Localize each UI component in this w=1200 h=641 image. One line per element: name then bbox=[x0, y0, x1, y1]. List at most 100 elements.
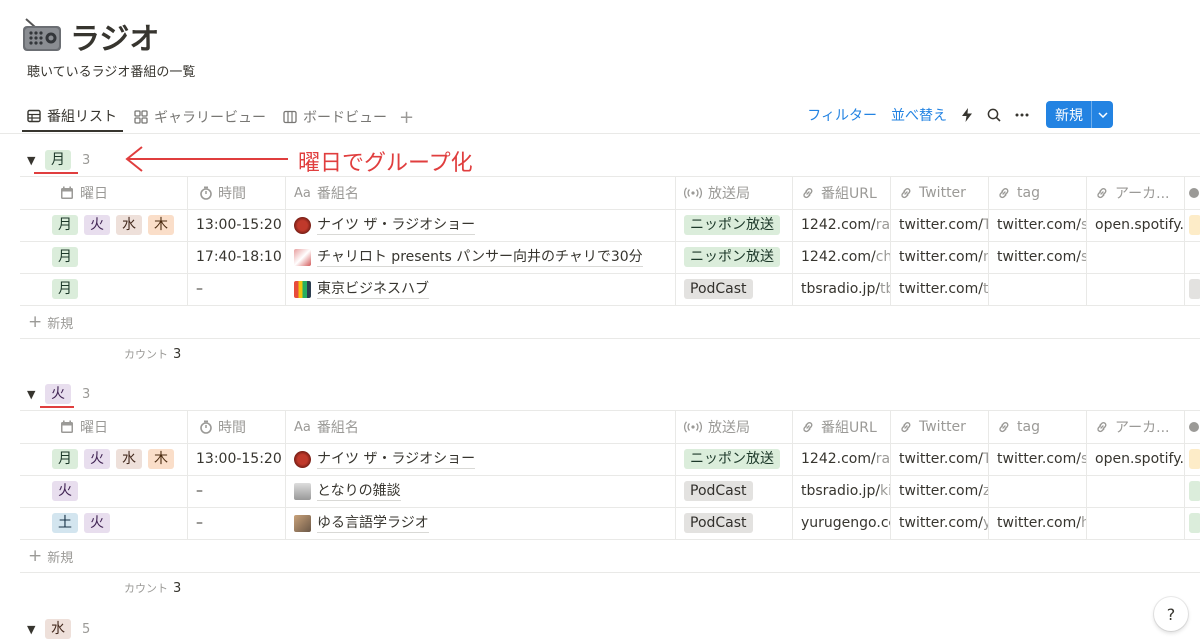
program-name[interactable]: ゆる言語学ラジオ bbox=[317, 514, 429, 533]
column-twitter[interactable]: Twitter bbox=[891, 411, 989, 443]
column-station[interactable]: 放送局 bbox=[676, 177, 793, 209]
column-archive[interactable]: アーカ... bbox=[1087, 411, 1185, 443]
cell-tag[interactable]: twitter.com/ha bbox=[989, 507, 1087, 539]
cell-archive[interactable]: open.spotify.co bbox=[1087, 443, 1185, 475]
cell-twitter[interactable]: twitter.com/tok bbox=[891, 273, 989, 305]
column-overflow[interactable] bbox=[1185, 177, 1200, 209]
table-row[interactable]: 月 – 東京ビジネスハブ PodCast tbsradio.jp/tbh twi… bbox=[20, 273, 1200, 306]
search-icon[interactable] bbox=[987, 108, 1001, 122]
table-row[interactable]: 火 – となりの雑談 PodCast tbsradio.jp/kiki twit… bbox=[20, 475, 1200, 508]
cell-program-name[interactable]: となりの雑談 bbox=[286, 475, 676, 507]
cell-tag[interactable] bbox=[989, 273, 1087, 305]
caret-down-icon[interactable]: ▼ bbox=[27, 623, 41, 636]
column-archive[interactable]: アーカ... bbox=[1087, 177, 1185, 209]
cell-day[interactable]: 火 bbox=[20, 475, 188, 507]
cell-twitter[interactable]: twitter.com/mu bbox=[891, 241, 989, 273]
cell-url[interactable]: 1242.com/radio bbox=[793, 209, 891, 241]
column-tag[interactable]: tag bbox=[989, 411, 1087, 443]
column-time[interactable]: 時間 bbox=[188, 411, 286, 443]
cell-overflow[interactable] bbox=[1185, 443, 1200, 475]
cell-time[interactable]: 13:00-15:20 bbox=[188, 443, 286, 475]
cell-overflow[interactable] bbox=[1185, 273, 1200, 305]
tab-board-view[interactable]: ボードビュー bbox=[278, 102, 393, 132]
program-name[interactable]: ナイツ ザ・ラジオショー bbox=[317, 216, 476, 235]
column-station[interactable]: 放送局 bbox=[676, 411, 793, 443]
cell-day[interactable]: 月 火 水 木 bbox=[20, 443, 188, 475]
cell-tag[interactable] bbox=[989, 475, 1087, 507]
cell-twitter[interactable]: twitter.com/zat bbox=[891, 475, 989, 507]
cell-archive[interactable] bbox=[1087, 507, 1185, 539]
column-url[interactable]: 番組URL bbox=[793, 411, 891, 443]
cell-day[interactable]: 月 bbox=[20, 273, 188, 305]
cell-station[interactable]: PodCast bbox=[676, 273, 793, 305]
cell-archive[interactable] bbox=[1087, 273, 1185, 305]
cell-archive[interactable] bbox=[1087, 475, 1185, 507]
column-twitter[interactable]: Twitter bbox=[891, 177, 989, 209]
cell-time[interactable]: 13:00-15:20 bbox=[188, 209, 286, 241]
add-row-button[interactable]: + 新規 bbox=[20, 306, 1200, 339]
new-button[interactable]: 新規 bbox=[1046, 101, 1113, 128]
column-time[interactable]: 時間 bbox=[188, 177, 286, 209]
sort-button[interactable]: 並べ替え bbox=[891, 105, 947, 125]
cell-program-name[interactable]: ナイツ ザ・ラジオショー bbox=[286, 209, 676, 241]
column-url[interactable]: 番組URL bbox=[793, 177, 891, 209]
group-count-footer[interactable]: カウント 3 bbox=[124, 578, 181, 598]
cell-archive[interactable]: open.spotify.co bbox=[1087, 209, 1185, 241]
cell-overflow[interactable] bbox=[1185, 507, 1200, 539]
cell-archive[interactable] bbox=[1087, 241, 1185, 273]
group-header-wed[interactable]: ▼ 水 5 bbox=[27, 618, 90, 640]
cell-time[interactable]: – bbox=[188, 475, 286, 507]
cell-day[interactable]: 月 火 水 木 bbox=[20, 209, 188, 241]
program-name[interactable]: 東京ビジネスハブ bbox=[317, 280, 429, 299]
group-header-tue[interactable]: ▼ 火 3 bbox=[27, 383, 90, 405]
cell-url[interactable]: tbsradio.jp/tbh bbox=[793, 273, 891, 305]
cell-twitter[interactable]: twitter.com/Th bbox=[891, 443, 989, 475]
cell-station[interactable]: ニッポン放送 bbox=[676, 209, 793, 241]
cell-overflow[interactable] bbox=[1185, 209, 1200, 241]
cell-program-name[interactable]: ゆる言語学ラジオ bbox=[286, 507, 676, 539]
group-count-footer[interactable]: カウント 3 bbox=[124, 344, 181, 364]
cell-station[interactable]: ニッポン放送 bbox=[676, 443, 793, 475]
caret-down-icon[interactable]: ▼ bbox=[27, 154, 41, 167]
cell-url[interactable]: yurugengo.con bbox=[793, 507, 891, 539]
column-program-name[interactable]: Aa 番組名 bbox=[286, 411, 676, 443]
cell-tag[interactable]: twitter.com/sea bbox=[989, 209, 1087, 241]
more-icon[interactable] bbox=[1015, 113, 1029, 117]
chevron-down-icon[interactable] bbox=[1092, 111, 1113, 118]
tab-program-list[interactable]: 番組リスト bbox=[22, 102, 123, 132]
cell-program-name[interactable]: 東京ビジネスハブ bbox=[286, 273, 676, 305]
table-row[interactable]: 月 火 水 木 13:00-15:20 ナイツ ザ・ラジオショー ニッポン放送 … bbox=[20, 443, 1200, 476]
automation-icon[interactable] bbox=[961, 108, 973, 122]
group-header-mon[interactable]: ▼ 月 3 bbox=[27, 149, 90, 171]
add-view-icon[interactable]: + bbox=[393, 107, 420, 128]
cell-time[interactable]: – bbox=[188, 273, 286, 305]
cell-url[interactable]: tbsradio.jp/kiki bbox=[793, 475, 891, 507]
cell-day[interactable]: 土 火 bbox=[20, 507, 188, 539]
cell-program-name[interactable]: チャリロト presents パンサー向井のチャリで30分 bbox=[286, 241, 676, 273]
cell-url[interactable]: 1242.com/char bbox=[793, 241, 891, 273]
cell-time[interactable]: – bbox=[188, 507, 286, 539]
caret-down-icon[interactable]: ▼ bbox=[27, 388, 41, 401]
cell-overflow[interactable] bbox=[1185, 475, 1200, 507]
cell-tag[interactable]: twitter.com/sea bbox=[989, 443, 1087, 475]
column-tag[interactable]: tag bbox=[989, 177, 1087, 209]
cell-station[interactable]: PodCast bbox=[676, 507, 793, 539]
program-name[interactable]: となりの雑談 bbox=[317, 482, 401, 501]
add-row-button[interactable]: + 新規 bbox=[20, 540, 1200, 573]
table-row[interactable]: 月 火 水 木 13:00-15:20 ナイツ ザ・ラジオショー ニッポン放送 … bbox=[20, 209, 1200, 242]
cell-tag[interactable]: twitter.com/sea bbox=[989, 241, 1087, 273]
cell-program-name[interactable]: ナイツ ザ・ラジオショー bbox=[286, 443, 676, 475]
column-day[interactable]: 曜日 bbox=[20, 411, 188, 443]
cell-station[interactable]: ニッポン放送 bbox=[676, 241, 793, 273]
cell-day[interactable]: 月 bbox=[20, 241, 188, 273]
column-program-name[interactable]: Aa 番組名 bbox=[286, 177, 676, 209]
cell-station[interactable]: PodCast bbox=[676, 475, 793, 507]
cell-overflow[interactable] bbox=[1185, 241, 1200, 273]
table-row[interactable]: 月 17:40-18:10 チャリロト presents パンサー向井のチャリで… bbox=[20, 241, 1200, 274]
help-button[interactable]: ? bbox=[1154, 597, 1188, 631]
tab-gallery-view[interactable]: ギャラリービュー bbox=[129, 102, 272, 132]
program-name[interactable]: チャリロト presents パンサー向井のチャリで30分 bbox=[317, 248, 643, 267]
cell-url[interactable]: 1242.com/radio bbox=[793, 443, 891, 475]
table-row[interactable]: 土 火 – ゆる言語学ラジオ PodCast yurugengo.con twi… bbox=[20, 507, 1200, 540]
cell-time[interactable]: 17:40-18:10 bbox=[188, 241, 286, 273]
